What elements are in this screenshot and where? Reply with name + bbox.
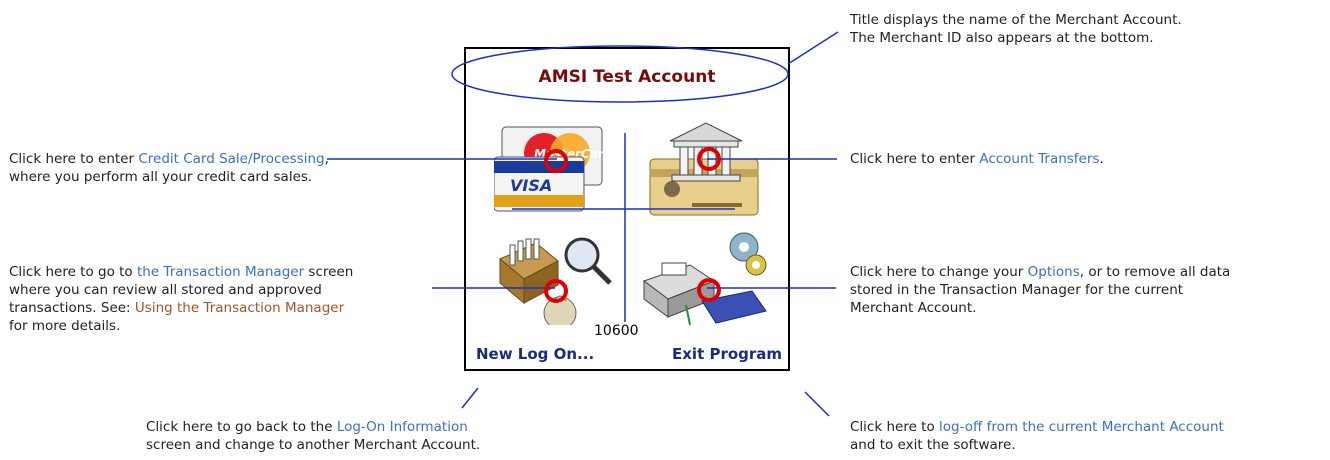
options-note: Click here to change your Options, or to… xyxy=(850,263,1230,317)
transaction-note: Click here to go to the Transaction Mana… xyxy=(9,263,353,335)
title-guide-line xyxy=(787,31,839,65)
logoff-note: Click here to log-off from the current M… xyxy=(850,418,1224,454)
options-note-line3: Merchant Account. xyxy=(850,300,977,316)
logon-note-line2: screen and change to another Merchant Ac… xyxy=(146,437,481,453)
merchant-account-title: AMSI Test Account xyxy=(538,67,716,87)
transaction-note-line2: where you can review all stored and appr… xyxy=(9,282,322,298)
logoff-note-pre: Click here to xyxy=(850,419,940,435)
printer-gears-icon xyxy=(642,232,767,326)
file-box-magnifier-icon xyxy=(499,237,612,330)
device-screen: AMSI Test Account MasterCard VISA 10600 … xyxy=(464,47,790,371)
using-transaction-manager-link[interactable]: Using the Transaction Manager xyxy=(135,300,344,316)
options-note-post: , or to remove all data xyxy=(1079,264,1231,280)
transaction-note-line4: for more details. xyxy=(9,318,121,334)
title-note-line2: The Merchant ID also appears at the bott… xyxy=(850,30,1154,46)
log-off-link[interactable]: log-off from the current Merchant Accoun… xyxy=(939,419,1224,435)
transfers-note: Click here to enter Account Transfers. xyxy=(850,150,1104,168)
title-note-line1: Title displays the name of the Merchant … xyxy=(850,12,1182,28)
transaction-manager-link[interactable]: the Transaction Manager xyxy=(137,264,304,280)
credit-note: Click here to enter Credit Card Sale/Pro… xyxy=(9,150,329,186)
transaction-note-post: screen xyxy=(304,264,354,280)
bank-transfer-icon xyxy=(649,122,759,216)
options-note-pre: Click here to change your xyxy=(850,264,1028,280)
title-note: Title displays the name of the Merchant … xyxy=(850,11,1182,47)
transfers-note-pre: Click here to enter xyxy=(850,151,980,167)
logon-note: Click here to go back to the Log-On Info… xyxy=(146,418,480,454)
logon-guide-line xyxy=(461,387,479,409)
logoff-guide-line xyxy=(804,391,830,417)
options-link[interactable]: Options xyxy=(1028,264,1080,280)
credit-note-post: , xyxy=(324,151,329,167)
logoff-note-line2: and to exit the software. xyxy=(850,437,1016,453)
transaction-note-pre: Click here to go to xyxy=(9,264,137,280)
account-transfers-tile[interactable] xyxy=(636,119,766,219)
log-on-information-link[interactable]: Log-On Information xyxy=(337,419,468,435)
exit-program-button[interactable]: Exit Program xyxy=(672,345,782,363)
credit-note-pre: Click here to enter xyxy=(9,151,139,167)
new-log-on-button[interactable]: New Log On... xyxy=(476,345,594,363)
credit-card-tile[interactable]: MasterCard VISA xyxy=(493,123,614,215)
credit-card-sale-link[interactable]: Credit Card Sale/Processing xyxy=(138,151,324,167)
logon-note-pre: Click here to go back to the xyxy=(146,419,337,435)
options-note-line2: stored in the Transaction Manager for th… xyxy=(850,282,1184,298)
transaction-note-line3-pre: transactions. See: xyxy=(9,300,135,316)
options-tile[interactable] xyxy=(634,225,774,326)
transaction-manager-tile[interactable] xyxy=(496,225,616,330)
credit-note-line2: where you perform all your credit card s… xyxy=(9,169,313,185)
transfers-note-post: . xyxy=(1099,151,1104,167)
credit-card-icon: MasterCard VISA xyxy=(493,126,613,212)
merchant-id: 10600 xyxy=(594,323,639,339)
visa-logo-text: VISA xyxy=(510,176,552,195)
account-transfers-link[interactable]: Account Transfers xyxy=(979,151,1099,167)
